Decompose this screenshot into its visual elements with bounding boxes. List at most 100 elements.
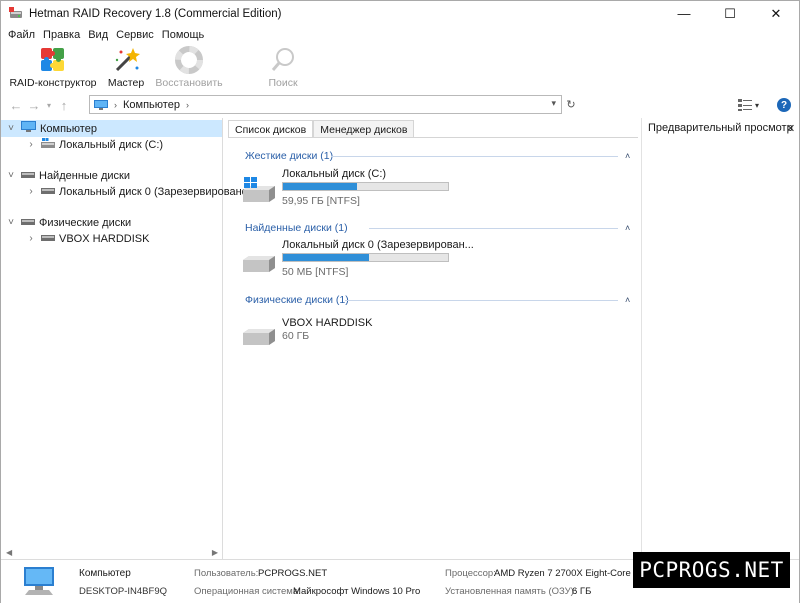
disk-info: 59,95 ГБ [NTFS] xyxy=(282,195,360,207)
tab-disk-list[interactable]: Список дисков xyxy=(228,120,314,138)
collapse-icon[interactable]: ˄ xyxy=(625,224,633,233)
search-label: Поиск xyxy=(268,77,298,89)
puzzle-icon xyxy=(39,46,67,74)
back-arrow-icon[interactable]: ← xyxy=(7,98,25,113)
minimize-button[interactable]: — xyxy=(661,1,707,26)
tab-bar: Список дисков Менеджер дисков xyxy=(228,120,415,138)
tree-item-physical-disks[interactable]: ˅ Физические диски xyxy=(5,214,131,231)
up-arrow-icon[interactable]: ↑ xyxy=(55,98,73,113)
chevron-down-icon[interactable]: ˅ xyxy=(5,217,17,228)
lifebuoy-icon xyxy=(175,46,203,74)
address-path: Компьютер xyxy=(123,98,180,111)
address-dropdown-icon[interactable]: ▾ xyxy=(551,98,556,109)
drive-icon xyxy=(41,233,55,245)
status-user-value: PCPROGS.NET xyxy=(258,568,328,579)
restore-button[interactable]: Восстановить xyxy=(153,44,225,92)
status-os-value: Майкрософт Windows 10 Pro xyxy=(293,586,421,597)
tree-item-computer[interactable]: ˅ Компьютер xyxy=(1,120,222,137)
tree-item-label: Компьютер xyxy=(40,122,97,135)
section-hard-disks-header[interactable]: Жесткие диски (1) xyxy=(245,149,333,163)
section-divider xyxy=(369,228,618,229)
section-divider xyxy=(331,156,618,157)
chevron-down-icon[interactable]: ˅ xyxy=(5,170,17,181)
chevron-down-icon[interactable]: ▾ xyxy=(43,101,55,110)
disk-usage-bar xyxy=(282,253,449,262)
chevron-down-icon[interactable]: ˅ xyxy=(5,123,17,134)
chevron-right-icon[interactable]: › xyxy=(114,100,117,110)
close-icon[interactable]: ✕ xyxy=(786,122,795,135)
close-button[interactable]: ✕ xyxy=(753,1,799,26)
chevron-right-icon[interactable]: › xyxy=(25,186,37,197)
horizontal-scrollbar[interactable]: ◀ ▶ xyxy=(1,546,223,559)
menu-service[interactable]: Сервис xyxy=(115,29,159,41)
scroll-right-icon[interactable]: ▶ xyxy=(212,548,218,557)
chevron-down-icon: ▾ xyxy=(755,100,760,110)
collapse-icon[interactable]: ˄ xyxy=(625,152,633,161)
forward-arrow-icon[interactable]: → xyxy=(25,98,43,113)
tree-item-label: Найденные диски xyxy=(39,169,130,182)
tab-divider xyxy=(228,137,638,138)
drive-icon[interactable] xyxy=(241,327,277,350)
disk-name[interactable]: Локальный диск 0 (Зарезервирован... xyxy=(282,239,474,251)
address-bar[interactable]: › Компьютер › ▾ xyxy=(89,95,562,114)
tree-item-local-disk[interactable]: › Локальный диск (C:) xyxy=(25,136,163,153)
drive-icon xyxy=(21,170,35,182)
tree-item-label: Локальный диск 0 (Зарезервировано xyxy=(59,185,248,198)
app-raid-icon xyxy=(9,6,23,21)
raid-constructor-label: RAID-конструктор xyxy=(9,77,97,89)
tree-item-label: Локальный диск (C:) xyxy=(59,138,164,151)
disk-info: 60 ГБ xyxy=(282,330,310,342)
tree-pane: ˅ Компьютер › Локальный диск (C:) ˅ Найд… xyxy=(1,118,248,559)
section-found-disks-header[interactable]: Найденные диски (1) xyxy=(245,221,348,235)
menu-bar: Файл Правка Вид Сервис Помощь xyxy=(1,26,799,44)
menu-help[interactable]: Помощь xyxy=(161,29,210,41)
search-icon xyxy=(269,46,297,74)
disk-name[interactable]: Локальный диск (C:) xyxy=(282,168,386,180)
search-button[interactable]: Поиск xyxy=(251,44,315,92)
title-bar: Hetman RAID Recovery 1.8 (Commercial Edi… xyxy=(1,1,799,26)
navigation-bar: ← → ▾ ↑ › Компьютер › ▾ ↻ ▾ ? xyxy=(1,93,799,117)
tree-item-found-local-disk[interactable]: › Локальный диск 0 (Зарезервировано xyxy=(25,183,248,200)
menu-view[interactable]: Вид xyxy=(87,29,113,41)
tree-item-vbox[interactable]: › VBOX HARDDISK xyxy=(25,230,149,247)
help-icon[interactable]: ? xyxy=(777,98,791,112)
chevron-right-icon[interactable]: › xyxy=(25,139,37,150)
disk-usage-fill xyxy=(283,183,358,190)
scroll-left-icon[interactable]: ◀ xyxy=(6,548,12,557)
restore-label: Восстановить xyxy=(155,77,223,89)
drive-icon xyxy=(41,186,55,198)
windows-drive-icon xyxy=(41,137,55,152)
tree-item-label: VBOX HARDDISK xyxy=(59,232,150,245)
watermark: PCPROGS.NET xyxy=(633,552,790,588)
status-ram-value: 6 ГБ xyxy=(572,586,592,597)
tree-item-label: Физические диски xyxy=(39,216,132,229)
view-options-button[interactable]: ▾ xyxy=(738,98,766,112)
window-controls: — ☐ ✕ xyxy=(661,1,799,26)
maximize-button[interactable]: ☐ xyxy=(707,1,753,26)
section-physical-disks-header[interactable]: Физические диски (1) xyxy=(245,293,349,307)
section-divider xyxy=(345,300,618,301)
app-window: Hetman RAID Recovery 1.8 (Commercial Edi… xyxy=(0,0,800,603)
status-ram-label: Установленная память (ОЗУ): xyxy=(445,586,577,597)
disk-usage-fill xyxy=(283,254,369,261)
tree-item-found-disks[interactable]: ˅ Найденные диски xyxy=(5,167,130,184)
menu-edit[interactable]: Правка xyxy=(42,29,85,41)
chevron-right-icon[interactable]: › xyxy=(25,233,37,244)
toolbar: RAID-конструктор Мастер Восстановить Пои… xyxy=(1,44,799,92)
status-hostname: DESKTOP-IN4BF9Q xyxy=(79,586,167,597)
wizard-button[interactable]: Мастер xyxy=(99,44,153,92)
drive-icon[interactable] xyxy=(241,254,277,277)
windows-drive-icon[interactable] xyxy=(241,176,277,207)
status-computer-name: Компьютер xyxy=(79,568,131,579)
disk-name[interactable]: VBOX HARDDISK xyxy=(282,317,372,329)
preview-divider xyxy=(641,118,642,559)
disk-usage-bar xyxy=(282,182,449,191)
tab-disk-manager[interactable]: Менеджер дисков xyxy=(313,120,415,138)
status-os-label: Операционная система: xyxy=(194,586,301,597)
chevron-right-icon[interactable]: › xyxy=(186,100,189,110)
collapse-icon[interactable]: ˄ xyxy=(625,296,633,305)
raid-constructor-button[interactable]: RAID-конструктор xyxy=(7,44,99,92)
menu-file[interactable]: Файл xyxy=(7,29,40,41)
refresh-icon[interactable]: ↻ xyxy=(563,95,579,114)
computer-icon xyxy=(21,121,36,136)
